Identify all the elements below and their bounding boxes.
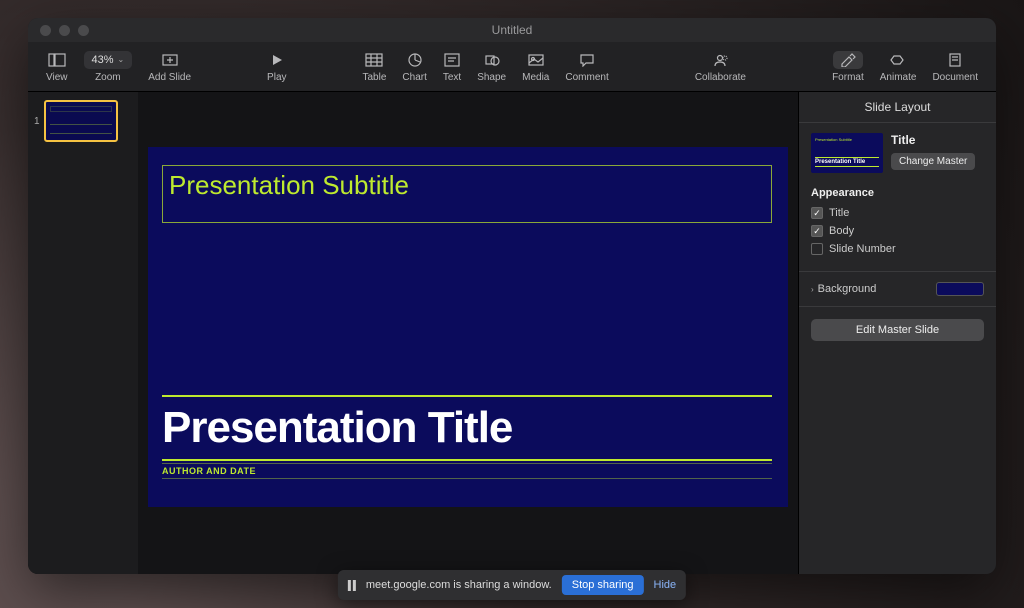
document-button[interactable]: Document [924,51,986,83]
animate-label: Animate [880,72,917,83]
slide-number-checkbox-label: Slide Number [829,243,896,255]
checkbox-off-icon [811,243,823,255]
animate-icon [889,53,907,67]
media-icon [528,53,544,67]
table-icon [365,53,383,67]
titlebar: Untitled [28,18,996,42]
slide-canvas[interactable]: Presentation Subtitle Presentation Title… [138,92,798,574]
view-icon [48,53,66,67]
title-checkbox-label: Title [829,207,849,219]
screen-share-bar: meet.google.com is sharing a window. Sto… [338,570,686,600]
text-button[interactable]: Text [435,51,469,83]
shape-button[interactable]: Shape [469,51,514,83]
zoom-button[interactable]: 43% ⌄ Zoom [76,51,141,83]
slide-number-checkbox[interactable]: Slide Number [811,243,984,255]
chart-button[interactable]: Chart [394,51,434,83]
play-icon [270,53,284,67]
table-label: Table [363,72,387,83]
change-master-button[interactable]: Change Master [891,153,975,170]
slide[interactable]: Presentation Subtitle Presentation Title… [148,147,788,507]
document-icon [948,53,962,67]
media-button[interactable]: Media [514,51,557,83]
background-swatch[interactable] [936,282,984,296]
subtitle-placeholder[interactable]: Presentation Subtitle [162,165,772,223]
layout-thumbnail: Presentation Subtitle Presentation Title [811,133,883,173]
inspector-header: Slide Layout [799,92,996,123]
layout-title: Title [891,133,984,147]
hide-share-button[interactable]: Hide [654,579,677,591]
body-checkbox-label: Body [829,225,854,237]
view-label: View [46,72,68,83]
table-button[interactable]: Table [355,51,395,83]
collaborate-label: Collaborate [695,72,746,83]
play-label: Play [267,72,286,83]
toolbar: View 43% ⌄ Zoom Add Slide Play Table Char… [28,42,996,92]
background-row[interactable]: › Background [799,272,996,307]
window-title: Untitled [28,23,996,37]
chevron-down-icon: ⌄ [118,55,125,64]
title-text[interactable]: Presentation Title [162,401,772,455]
title-checkbox[interactable]: ✓ Title [811,207,984,219]
edit-master-slide-button[interactable]: Edit Master Slide [811,319,984,341]
animate-button[interactable]: Animate [872,51,925,83]
thumb-index: 1 [34,116,40,127]
chevron-right-icon: › [811,285,814,294]
text-icon [444,53,460,67]
checkbox-on-icon: ✓ [811,225,823,237]
stop-sharing-button[interactable]: Stop sharing [562,575,644,595]
app-window: Untitled View 43% ⌄ Zoom Add Slide Play T… [28,18,996,574]
chart-icon [407,52,423,68]
layout-thumb-sub: Presentation Subtitle [815,137,852,142]
author-text[interactable]: AUTHOR AND DATE [162,466,256,476]
pause-icon[interactable] [348,580,356,591]
comment-label: Comment [565,72,608,83]
add-slide-icon [161,53,179,67]
checkbox-on-icon: ✓ [811,207,823,219]
body-checkbox[interactable]: ✓ Body [811,225,984,237]
shape-icon [484,53,500,67]
format-button[interactable]: Format [824,51,872,83]
title-placeholder[interactable]: Presentation Title [162,395,772,461]
text-label: Text [443,72,461,83]
add-slide-label: Add Slide [148,72,191,83]
slide-thumbnail[interactable] [44,100,118,142]
view-button[interactable]: View [38,51,76,83]
zoom-value: 43% [92,54,114,66]
shape-label: Shape [477,72,506,83]
layout-thumb-title: Presentation Title [815,157,879,167]
add-slide-button[interactable]: Add Slide [140,51,199,83]
play-button[interactable]: Play [259,51,294,83]
share-message: meet.google.com is sharing a window. [366,579,552,591]
collaborate-button[interactable]: Collaborate [687,51,754,83]
collaborate-icon [711,53,729,67]
subtitle-text[interactable]: Presentation Subtitle [169,170,765,201]
zoom-label: Zoom [95,72,121,83]
document-label: Document [932,72,978,83]
format-icon [839,53,857,67]
appearance-heading: Appearance [811,187,984,199]
background-label: Background [818,283,877,295]
comment-button[interactable]: Comment [557,51,616,83]
comment-icon [579,53,595,67]
format-inspector: Slide Layout Presentation Subtitle Prese… [798,92,996,574]
slide-navigator: 1 [28,92,138,574]
format-label: Format [832,72,864,83]
chart-label: Chart [402,72,426,83]
author-placeholder[interactable]: AUTHOR AND DATE [162,463,772,479]
media-label: Media [522,72,549,83]
